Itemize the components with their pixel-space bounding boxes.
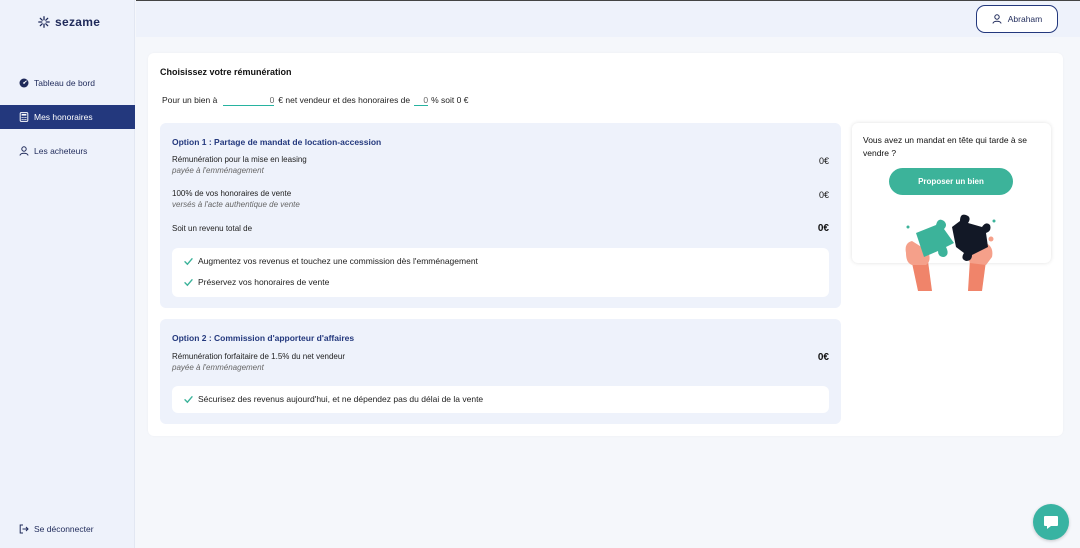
user-icon	[992, 14, 1002, 24]
flat-fee-value: 0€	[817, 352, 829, 363]
calc-middle: € net vendeur et des honoraires de	[278, 95, 411, 105]
sidebar-item-label: Les acheteurs	[34, 146, 88, 156]
sidebar-item-fees[interactable]: Mes honoraires	[0, 105, 135, 129]
price-input[interactable]	[223, 94, 275, 106]
sidebar-item-dashboard[interactable]: Tableau de bord	[0, 71, 135, 95]
sale-fee-note: versés à l'acte authentique de vente	[172, 200, 300, 209]
propose-text: Vous avez un mandat en tête qui tarde à …	[863, 135, 1027, 158]
benefits-box: Augmentez vos revenus et touchez une com…	[172, 248, 829, 297]
total-label: Soit un revenu total de	[172, 224, 253, 233]
user-name: Abraham	[1007, 14, 1043, 24]
gauge-icon	[19, 78, 29, 88]
remuneration-card: Choisissez votre rémunération Pour un bi…	[148, 53, 1063, 436]
propose-property-button[interactable]: Proposer un bien	[889, 168, 1013, 195]
sale-fee-value: 0€	[818, 190, 829, 200]
leasing-fee-value: 0€	[818, 156, 829, 166]
flat-fee-label: Rémunération forfaitaire de 1.5% du net …	[172, 352, 345, 361]
fee-percent-input[interactable]	[414, 94, 429, 106]
sidebar-item-label: Mes honoraires	[34, 112, 93, 122]
leasing-fee-label: Rémunération pour la mise en leasing	[172, 155, 307, 164]
page-title: Choisissez votre rémunération	[160, 67, 292, 77]
option-2-panel[interactable]: Option 2 : Commission d'apporteur d'affa…	[160, 319, 841, 424]
check-icon	[184, 257, 193, 265]
logout-link[interactable]: Se déconnecter	[19, 524, 94, 534]
benefit-item: Sécurisez des revenus aujourd'hui, et ne…	[184, 394, 483, 404]
top-bar: Abraham	[136, 0, 1080, 37]
benefit-item: Augmentez vos revenus et touchez une com…	[184, 256, 478, 266]
sidebar-item-buyers[interactable]: Les acheteurs	[0, 139, 135, 163]
logout-icon	[19, 524, 29, 534]
calculator-icon	[19, 112, 29, 122]
chat-bubble-icon	[1044, 516, 1058, 529]
calc-suffix: % soit 0 €	[431, 95, 469, 105]
sparkle-icon	[38, 16, 50, 28]
total-value: 0€	[817, 223, 829, 234]
brand-logo[interactable]: sezame	[38, 15, 100, 29]
option-title: Option 1 : Partage de mandat de location…	[172, 137, 382, 147]
sidebar-item-label: Tableau de bord	[34, 78, 95, 88]
benefit-item: Préservez vos honoraires de vente	[184, 277, 329, 287]
benefits-box: Sécurisez des revenus aujourd'hui, et ne…	[172, 386, 829, 413]
fee-calculator: Pour un bien à € net vendeur et des hono…	[162, 94, 468, 106]
chat-widget-button[interactable]	[1033, 504, 1069, 540]
calc-prefix: Pour un bien à	[162, 95, 218, 105]
option-1-panel[interactable]: Option 1 : Partage de mandat de location…	[160, 123, 841, 308]
flat-fee-note: payée à l'emménagement	[172, 363, 264, 372]
propose-property-card: Vous avez un mandat en tête qui tarde à …	[852, 123, 1051, 291]
check-icon	[184, 395, 193, 403]
check-icon	[184, 278, 193, 286]
brand-name: sezame	[55, 15, 101, 29]
option-title: Option 2 : Commission d'apporteur d'affa…	[172, 333, 355, 343]
leasing-fee-note: payée à l'emménagement	[172, 166, 264, 175]
sale-fee-label: 100% de vos honoraires de vente	[172, 189, 292, 198]
sidebar: sezame Tableau de bord Mes honoraires Le…	[0, 0, 135, 548]
puzzle-hands-illustration	[905, 214, 996, 291]
user-icon	[19, 146, 29, 156]
logout-label: Se déconnecter	[34, 524, 94, 534]
user-menu-button[interactable]: Abraham	[976, 5, 1058, 33]
